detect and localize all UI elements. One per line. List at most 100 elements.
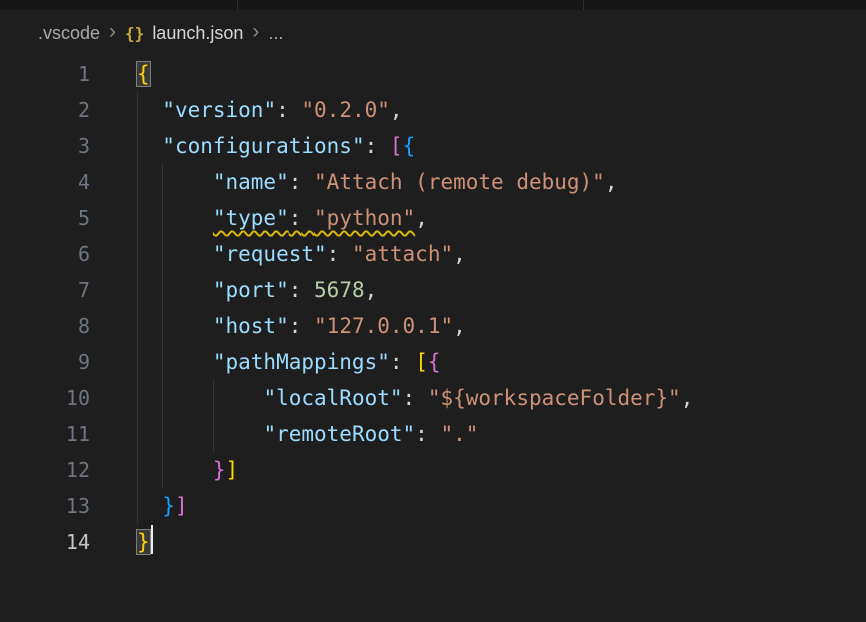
- code-token: {: [428, 350, 441, 374]
- indent-guide: [162, 200, 163, 236]
- matched-bracket: }: [137, 530, 150, 554]
- code-text: {: [90, 56, 866, 92]
- line-number[interactable]: 8: [0, 308, 90, 344]
- code-line[interactable]: 5 "type": "python",: [0, 200, 866, 236]
- code-token: [301, 170, 314, 194]
- code-text: "version": "0.2.0",: [90, 92, 866, 128]
- line-number[interactable]: 9: [0, 344, 90, 380]
- code-token: "${workspaceFolder}": [428, 386, 681, 410]
- code-line[interactable]: 2 "version": "0.2.0",: [0, 92, 866, 128]
- code-token: :: [415, 422, 428, 446]
- indent-guide: [137, 164, 138, 200]
- code-token: [301, 278, 314, 302]
- code-token: "version": [162, 98, 276, 122]
- line-number[interactable]: 10: [0, 380, 90, 416]
- line-number[interactable]: 3: [0, 128, 90, 164]
- code-line[interactable]: 11 "remoteRoot": ".": [0, 416, 866, 452]
- indent-guide: [137, 344, 138, 380]
- line-number[interactable]: 2: [0, 92, 90, 128]
- text-cursor: [151, 525, 154, 554]
- code-token: ".": [440, 422, 478, 446]
- code-token: [301, 314, 314, 338]
- code-token: :: [403, 386, 416, 410]
- code-line[interactable]: 4 "name": "Attach (remote debug)",: [0, 164, 866, 200]
- code-token: ,: [365, 278, 378, 302]
- code-token: }: [162, 494, 175, 518]
- code-token: ,: [605, 170, 618, 194]
- line-number[interactable]: 14: [0, 524, 90, 560]
- indent-guide: [137, 236, 138, 272]
- code-token: [137, 350, 213, 374]
- tab-divider: [583, 0, 584, 10]
- code-token: }: [213, 458, 226, 482]
- chevron-right-icon: ›: [252, 21, 259, 45]
- code-token: [289, 98, 302, 122]
- code-token: "type": [213, 206, 289, 230]
- code-line[interactable]: 7 "port": 5678,: [0, 272, 866, 308]
- code-text: "localRoot": "${workspaceFolder}",: [90, 380, 866, 416]
- indent-guide: [137, 380, 138, 416]
- indent-guide: [213, 416, 214, 452]
- line-number[interactable]: 1: [0, 56, 90, 92]
- json-braces-icon: {}: [125, 24, 144, 43]
- code-token: :: [365, 134, 378, 158]
- code-line[interactable]: 12 }]: [0, 452, 866, 488]
- code-text: }]: [90, 488, 866, 524]
- code-token: [137, 386, 263, 410]
- code-token: [377, 134, 390, 158]
- code-token: [137, 314, 213, 338]
- indent-guide: [162, 380, 163, 416]
- breadcrumb-more[interactable]: ...: [268, 23, 283, 44]
- code-token: [137, 242, 213, 266]
- line-number[interactable]: 11: [0, 416, 90, 452]
- indent-guide: [213, 380, 214, 416]
- code-text: }]: [90, 452, 866, 488]
- code-token: "remoteRoot": [263, 422, 415, 446]
- breadcrumb: .vscode › {} launch.json › ...: [0, 10, 866, 56]
- indent-guide: [162, 344, 163, 380]
- code-text: }: [90, 524, 866, 560]
- code-line[interactable]: 9 "pathMappings": [{: [0, 344, 866, 380]
- code-line[interactable]: 6 "request": "attach",: [0, 236, 866, 272]
- line-number[interactable]: 12: [0, 452, 90, 488]
- indent-guide: [162, 272, 163, 308]
- code-token: [137, 170, 213, 194]
- code-token: :: [289, 278, 302, 302]
- code-line[interactable]: 13 }]: [0, 488, 866, 524]
- code-token: [137, 458, 213, 482]
- breadcrumb-folder[interactable]: .vscode: [38, 23, 100, 44]
- indent-guide: [137, 272, 138, 308]
- line-number[interactable]: 5: [0, 200, 90, 236]
- vscode-window: .vscode › {} launch.json › ... 1{2 "vers…: [0, 0, 866, 560]
- code-token: [415, 386, 428, 410]
- breadcrumb-file[interactable]: {} launch.json: [125, 23, 243, 44]
- code-token: "attach": [352, 242, 453, 266]
- code-line[interactable]: 3 "configurations": [{: [0, 128, 866, 164]
- code-text: "type": "python",: [90, 200, 866, 236]
- line-number[interactable]: 13: [0, 488, 90, 524]
- code-token: [137, 278, 213, 302]
- code-line[interactable]: 10 "localRoot": "${workspaceFolder}",: [0, 380, 866, 416]
- code-token: "host": [213, 314, 289, 338]
- code-token: [403, 350, 416, 374]
- code-line[interactable]: 1{: [0, 56, 866, 92]
- code-line[interactable]: 8 "host": "127.0.0.1",: [0, 308, 866, 344]
- indent-guide: [162, 416, 163, 452]
- code-line[interactable]: 14}: [0, 524, 866, 560]
- code-token: ]: [175, 494, 188, 518]
- code-token: :: [327, 242, 340, 266]
- code-text: "remoteRoot": ".": [90, 416, 866, 452]
- code-token: [137, 494, 162, 518]
- line-number[interactable]: 4: [0, 164, 90, 200]
- code-editor[interactable]: 1{2 "version": "0.2.0",3 "configurations…: [0, 56, 866, 560]
- line-number[interactable]: 7: [0, 272, 90, 308]
- code-text: "configurations": [{: [90, 128, 866, 164]
- indent-guide: [137, 452, 138, 488]
- code-token: "port": [213, 278, 289, 302]
- tab-divider: [237, 0, 238, 10]
- code-token: "name": [213, 170, 289, 194]
- code-text: "request": "attach",: [90, 236, 866, 272]
- code-token: :: [289, 206, 302, 230]
- line-number[interactable]: 6: [0, 236, 90, 272]
- code-token: "0.2.0": [301, 98, 390, 122]
